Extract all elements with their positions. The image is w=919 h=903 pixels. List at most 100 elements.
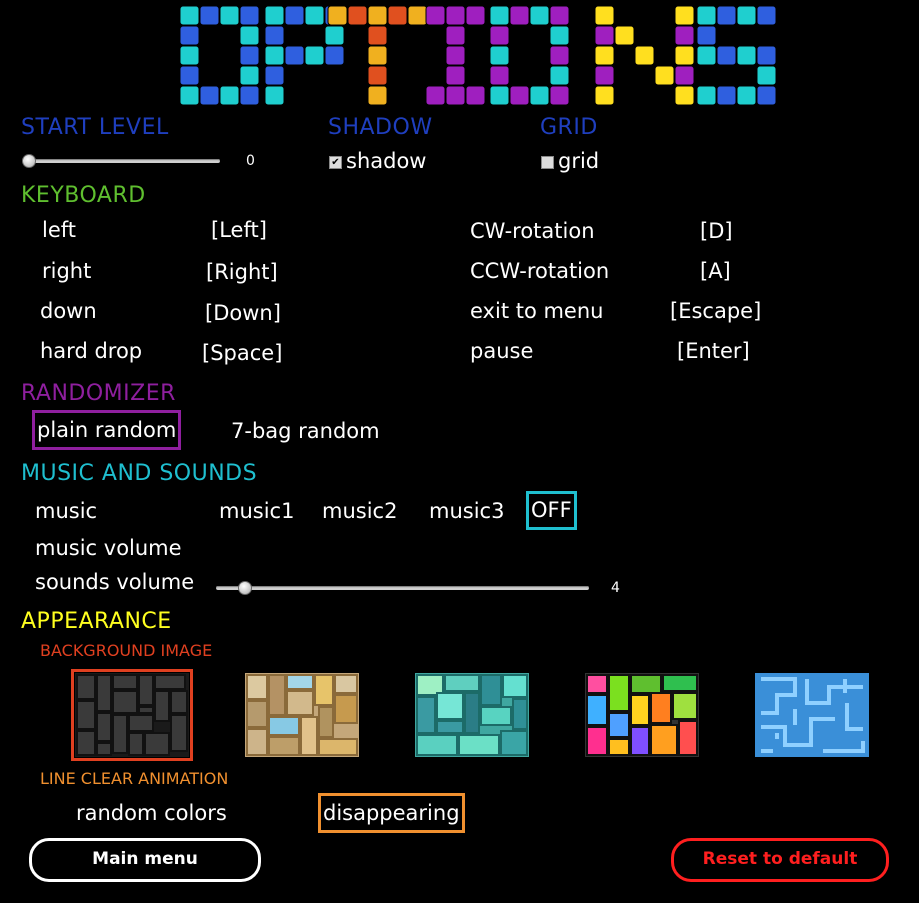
start-level-value: 0 [246, 153, 255, 169]
logo-block [736, 5, 757, 26]
randomizer-header: RANDOMIZER [21, 381, 176, 406]
logo-block [264, 65, 285, 86]
line-clear-label: LINE CLEAR ANIMATION [40, 769, 229, 788]
line-clear-option-random[interactable]: random colors [76, 801, 227, 825]
background-thumbnail-colorful[interactable] [585, 673, 699, 757]
logo-block [756, 5, 777, 26]
music-label: music [35, 499, 98, 523]
background-thumbnail-teal[interactable] [415, 673, 529, 757]
key-binding-right[interactable]: [Right] [206, 260, 278, 284]
logo-block [179, 65, 200, 86]
logo-block [674, 85, 695, 106]
logo-block [445, 25, 466, 46]
logo-block [549, 45, 570, 66]
logo-letter-o [179, 5, 260, 106]
background-thumbnail-beige[interactable] [245, 673, 359, 757]
logo-block [634, 45, 655, 66]
line-clear-option-disappearing[interactable]: disappearing [318, 793, 465, 833]
logo-block [239, 65, 260, 86]
keyboard-header: KEYBOARD [21, 183, 146, 208]
key-action-cw-rotation: CW-rotation [470, 219, 595, 243]
logo-block [425, 5, 446, 26]
logo-block [489, 65, 510, 86]
checkbox-icon[interactable] [541, 155, 554, 169]
key-action-left: left [42, 218, 77, 242]
music-option-2[interactable]: music2 [322, 499, 397, 523]
logo-block [594, 25, 615, 46]
options-logo [179, 5, 777, 106]
logo-block [367, 5, 388, 26]
key-action-down: down [40, 299, 97, 323]
logo-block [489, 85, 510, 106]
logo-block [594, 45, 615, 66]
key-binding-down[interactable]: [Down] [205, 301, 281, 325]
grid-checkbox[interactable]: grid [541, 149, 599, 173]
logo-block [696, 5, 717, 26]
checkmark-icon[interactable]: ✔ [329, 155, 342, 169]
logo-block [549, 65, 570, 86]
logo-block [407, 5, 428, 26]
logo-block [179, 45, 200, 66]
shadow-checkbox[interactable]: ✔ shadow [329, 149, 426, 173]
logo-block [367, 85, 388, 106]
key-action-right: right [42, 259, 92, 283]
logo-block [367, 25, 388, 46]
logo-block [284, 5, 305, 26]
logo-block [264, 45, 285, 66]
logo-block [736, 45, 757, 66]
start-level-slider[interactable] [22, 154, 220, 168]
logo-block [594, 65, 615, 86]
sounds-volume-slider-thumb[interactable] [237, 581, 252, 595]
sounds-volume-slider[interactable] [216, 581, 589, 595]
key-binding-hard-drop[interactable]: [Space] [202, 341, 282, 365]
key-binding-pause[interactable]: [Enter] [677, 339, 750, 363]
logo-block [284, 45, 305, 66]
start-level-slider-thumb[interactable] [22, 154, 36, 168]
logo-block [239, 85, 260, 106]
key-action-exit-to-menu: exit to menu [470, 299, 604, 323]
start-level-header: START LEVEL [21, 115, 169, 140]
sounds-volume-value: 4 [611, 580, 620, 596]
logo-letter-o [489, 5, 570, 106]
reset-to-default-button[interactable]: Reset to default [671, 838, 889, 882]
logo-block [549, 85, 570, 106]
logo-block [696, 25, 717, 46]
key-binding-ccw-rotation[interactable]: [A] [700, 259, 731, 283]
background-thumbnail-blue-maze[interactable] [755, 673, 869, 757]
logo-block [179, 5, 200, 26]
key-action-ccw-rotation: CCW-rotation [470, 259, 610, 283]
logo-block [219, 85, 240, 106]
music-option-off[interactable]: OFF [526, 491, 577, 530]
logo-block [219, 5, 240, 26]
key-binding-left[interactable]: [Left] [211, 218, 267, 242]
logo-block [594, 5, 615, 26]
key-action-pause: pause [470, 339, 534, 363]
randomizer-option-plain[interactable]: plain random [32, 410, 182, 450]
music-option-3[interactable]: music3 [429, 499, 504, 523]
logo-block [445, 5, 466, 26]
music-sounds-header: MUSIC AND SOUNDS [21, 461, 258, 486]
music-volume-label: music volume [35, 536, 182, 560]
grid-label: grid [558, 149, 600, 173]
logo-block [324, 45, 345, 66]
logo-block [674, 45, 695, 66]
logo-block [179, 25, 200, 46]
background-thumbnail-dark[interactable] [75, 673, 189, 757]
music-option-1[interactable]: music1 [219, 499, 294, 523]
shadow-header: SHADOW [328, 115, 433, 140]
logo-block [387, 5, 408, 26]
key-binding-exit-to-menu[interactable]: [Escape] [670, 299, 761, 323]
logo-block [489, 5, 510, 26]
logo-block [736, 85, 757, 106]
main-menu-button[interactable]: Main menu [29, 838, 261, 882]
logo-block [674, 65, 695, 86]
logo-block [549, 5, 570, 26]
logo-block [674, 25, 695, 46]
randomizer-option-7bag[interactable]: 7-bag random [231, 419, 380, 443]
logo-block [489, 25, 510, 46]
appearance-header: APPEARANCE [21, 609, 172, 634]
logo-block [509, 85, 530, 106]
key-binding-cw-rotation[interactable]: [D] [700, 219, 733, 243]
logo-block [264, 5, 285, 26]
logo-block [239, 45, 260, 66]
